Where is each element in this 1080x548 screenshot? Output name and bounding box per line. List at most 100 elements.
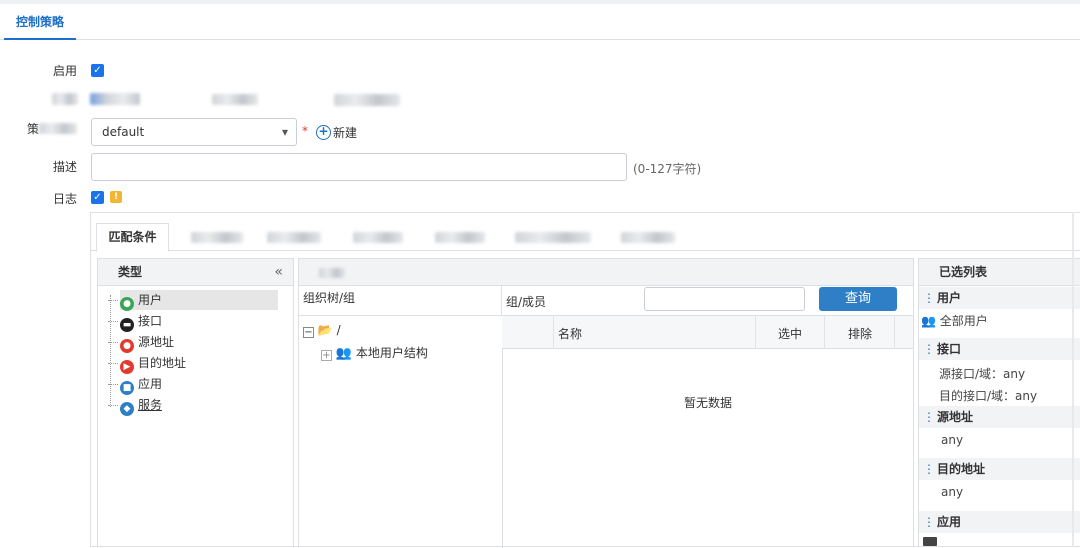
- header-divider: [824, 316, 825, 349]
- selected-section-source-address: ⋮ 源地址: [919, 406, 1080, 428]
- folder-icon: [923, 537, 937, 546]
- collapse-icon[interactable]: «: [274, 259, 283, 286]
- tab-control-policy[interactable]: 控制策略: [4, 4, 77, 40]
- tab-blurred-3[interactable]: [353, 232, 403, 243]
- selected-item-destination-interface[interactable]: 目的接口/域：any: [939, 387, 1037, 404]
- folder-open-icon: 📂: [317, 323, 333, 337]
- source-address-icon: ●: [120, 339, 134, 353]
- log-label: 日志: [52, 192, 77, 206]
- user-group-icon: 👥: [921, 314, 936, 328]
- new-button[interactable]: 新建: [333, 124, 357, 141]
- type-item-source-address[interactable]: ● 源地址: [108, 332, 175, 353]
- condition-tab-bar: 匹配条件: [91, 213, 1080, 252]
- add-circle-icon[interactable]: +: [316, 125, 331, 140]
- selected-section-application: ⋮ 应用: [919, 511, 1080, 533]
- tab-blurred-1[interactable]: [191, 232, 243, 243]
- header-divider: [894, 316, 895, 349]
- description-hint: (0-127字符): [633, 162, 702, 176]
- selected-section-user: ⋮ 用户: [919, 287, 1080, 309]
- type-item-service[interactable]: ◆ 服务: [108, 395, 163, 416]
- collapse-icon[interactable]: −: [303, 327, 314, 338]
- selected-item-source-any[interactable]: any: [941, 433, 963, 447]
- type-item-interface[interactable]: ▬ 接口: [108, 311, 163, 332]
- selected-item-label: 全部用户: [939, 314, 988, 328]
- type-item-label: 源地址: [138, 335, 175, 349]
- user-group-icon: 👥: [335, 346, 353, 361]
- member-header-label: 组/成员: [506, 295, 547, 309]
- empty-state-text: 暂无数据: [684, 396, 733, 410]
- type-item-label: 服务: [138, 398, 163, 412]
- log-info-icon[interactable]: !: [110, 191, 122, 203]
- type-item-label: 目的地址: [138, 356, 187, 370]
- type-item-label: 用户: [138, 293, 163, 307]
- service-icon: ◆: [120, 402, 134, 416]
- type-panel: 类型 « ● 用户 ▬ 接口 ● 源地址 ▶ 目的地址 ■ 应用 ◆ 服务: [97, 258, 294, 547]
- interface-icon: ▬: [120, 318, 134, 332]
- log-checkbox[interactable]: ✓: [91, 191, 104, 204]
- query-button[interactable]: 查询: [819, 287, 897, 311]
- tab-blurred-2[interactable]: [267, 232, 321, 243]
- expand-icon[interactable]: +: [321, 350, 332, 361]
- type-item-label: 接口: [138, 314, 163, 328]
- selected-item-source-interface[interactable]: 源接口/域：any: [939, 365, 1025, 382]
- selected-section-interface: ⋮ 接口: [919, 338, 1080, 360]
- description-input[interactable]: [91, 153, 627, 181]
- chevron-down-icon: ▾: [281, 125, 288, 139]
- action-option-deny-blurred[interactable]: [212, 94, 258, 105]
- application-icon: ■: [120, 381, 134, 395]
- enable-label: 启用: [52, 64, 77, 78]
- selected-item-all-users[interactable]: 👥 全部用户: [921, 312, 988, 329]
- section-title: 源地址: [937, 410, 974, 424]
- type-item-application[interactable]: ■ 应用: [108, 374, 163, 395]
- selected-section-destination-address: ⋮ 目的地址: [919, 458, 1080, 480]
- type-item-user[interactable]: ● 用户: [108, 290, 278, 311]
- description-label: 描述: [52, 160, 77, 174]
- action-option-allow-blurred[interactable]: [90, 93, 140, 105]
- org-tree-local-users[interactable]: + 👥 本地用户结构: [321, 344, 428, 361]
- selected-list-panel: 已选列表 ⋮ 用户 👥 全部用户 ⋮ 接口 源接口/域：any 目的接口/域：any…: [918, 258, 1080, 547]
- org-tree-root[interactable]: − 📂 /: [303, 323, 341, 338]
- org-tree-root-label: /: [336, 323, 341, 337]
- column-divider: [502, 316, 503, 548]
- member-table-header: 名称 选中 排除: [502, 316, 913, 349]
- section-title: 应用: [937, 515, 962, 529]
- action-label-blurred: [52, 93, 78, 105]
- policy-group-label: 策: [17, 120, 77, 137]
- action-option-timed-blurred[interactable]: [334, 94, 400, 106]
- type-panel-title: 类型: [118, 265, 143, 279]
- header-divider: [755, 316, 756, 349]
- type-tree-line: [110, 295, 111, 407]
- type-item-label: 应用: [138, 377, 163, 391]
- page-tab-bar: 控制策略: [0, 4, 1080, 40]
- column-exclude[interactable]: 排除: [848, 325, 872, 342]
- user-select-title-blurred: [319, 268, 345, 278]
- selected-item-destination-any[interactable]: any: [941, 485, 963, 499]
- policy-group-value: default: [102, 125, 145, 139]
- tab-blurred-4[interactable]: [435, 232, 485, 243]
- selected-list-title: 已选列表: [919, 259, 1080, 286]
- tab-blurred-5[interactable]: [515, 232, 591, 243]
- user-select-panel-header: [299, 259, 913, 286]
- type-item-destination-address[interactable]: ▶ 目的地址: [108, 353, 187, 374]
- tab-blurred-6[interactable]: [621, 232, 675, 243]
- member-search-input[interactable]: [644, 287, 805, 311]
- enable-checkbox[interactable]: ✓: [91, 64, 104, 77]
- type-panel-header: 类型 «: [98, 259, 293, 286]
- tab-match-conditions[interactable]: 匹配条件: [96, 223, 169, 252]
- scrollbar-track[interactable]: [1072, 212, 1074, 547]
- policy-group-label-text: 策: [26, 122, 39, 136]
- user-icon: ●: [120, 297, 134, 311]
- org-tree-child-label: 本地用户结构: [355, 346, 428, 360]
- user-select-panel: 组织树/组 组/成员 查询 − 📂 / + 👥 本地用户结构 名称 选中 排除 …: [298, 258, 914, 548]
- required-star: *: [302, 124, 308, 138]
- destination-address-icon: ▶: [120, 360, 134, 374]
- column-name[interactable]: 名称: [558, 325, 582, 342]
- column-selected[interactable]: 选中: [778, 325, 802, 342]
- member-header-bar: 组/成员 查询: [502, 286, 913, 316]
- org-tree-header: 组织树/组: [299, 286, 502, 316]
- policy-group-label-blurred: [39, 123, 77, 134]
- section-title: 接口: [937, 342, 962, 356]
- header-divider: [553, 316, 554, 349]
- section-title: 目的地址: [937, 462, 986, 476]
- policy-group-select[interactable]: default ▾: [91, 118, 297, 146]
